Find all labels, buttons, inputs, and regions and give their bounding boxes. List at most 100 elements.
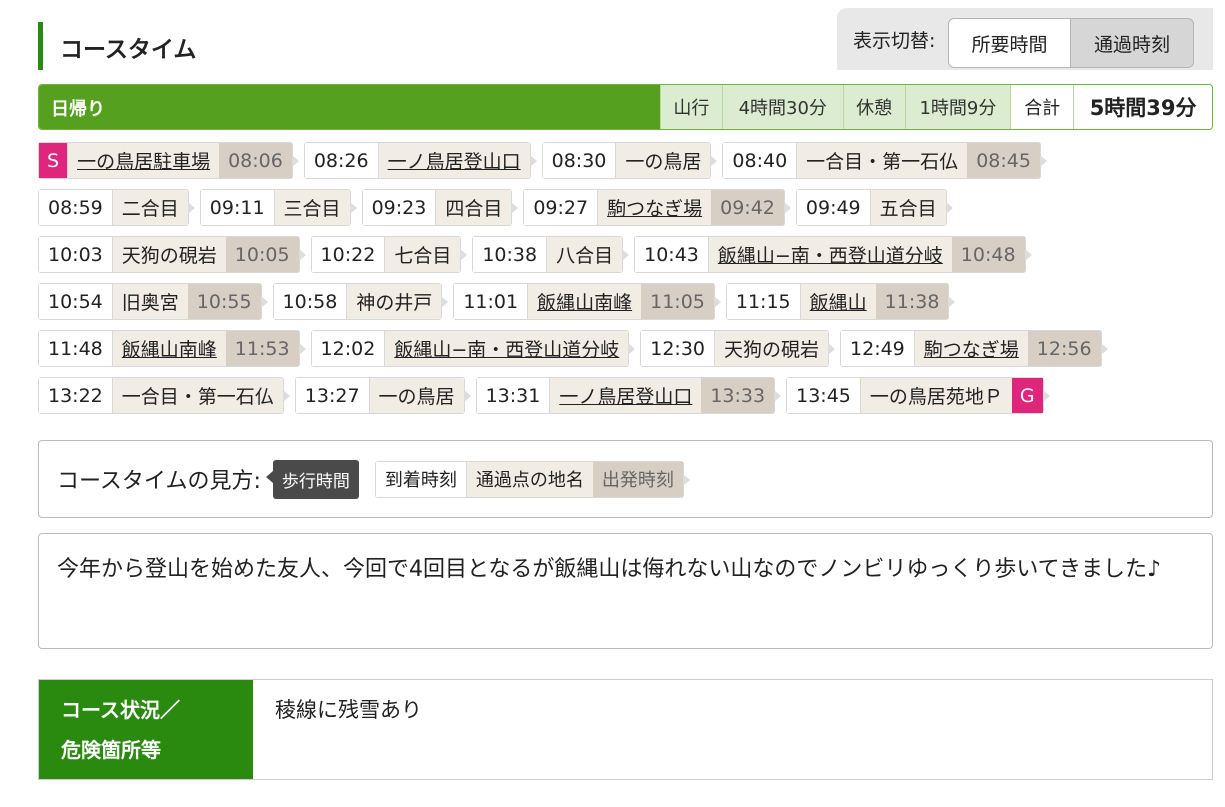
course-point: 09:11 三合目: [199, 189, 357, 226]
departure-time: 10:05: [225, 237, 299, 272]
place-name: 一合目・第一石仏: [111, 378, 283, 413]
place-name: 天狗の硯岩: [714, 331, 829, 366]
course-point: 08:26 一ノ鳥居登山口: [303, 142, 537, 179]
departure-time: 09:42: [711, 190, 784, 225]
course-point: 10:38 八合目: [472, 236, 629, 273]
place-link[interactable]: 一ノ鳥居登山口: [377, 143, 530, 178]
course-point: 11:15 飯縄山 11:38: [725, 283, 955, 320]
departure-time: 10:48: [951, 237, 1025, 272]
course-row: 10:54 旧奥宮 10:55 10:58 神の井戸 11:01 飯縄山南峰 11:05 11:…: [38, 283, 1218, 330]
place-link[interactable]: 飯縄山南峰: [527, 284, 642, 319]
arrival-time: 08:59: [39, 190, 112, 225]
place-name: 四合目: [435, 190, 512, 225]
goal-marker: G: [1011, 378, 1043, 413]
place-name: 八合目: [546, 237, 623, 272]
course-point: 13:31 一ノ鳥居登山口 13:33: [475, 377, 781, 414]
place-name: 一の鳥居: [615, 143, 711, 178]
arrival-time: 10:38: [473, 237, 547, 272]
course-point: 13:22 一合目・第一石仏: [38, 377, 290, 414]
course-row: 13:22 一合目・第一石仏 13:27 一の鳥居 13:31 一ノ鳥居登山口 13:33 1…: [38, 377, 1218, 424]
course-point: 12:49 駒つなぎ場 12:56: [840, 330, 1108, 367]
departure-time: 11:05: [641, 284, 714, 319]
course-point: 09:27 駒つなぎ場 09:42: [523, 189, 791, 226]
arrival-time: 09:49: [796, 190, 870, 225]
walk-time: 4時間30分: [721, 85, 843, 129]
arrival-time: 12:49: [841, 331, 914, 366]
departure-time: 12:56: [1027, 331, 1101, 366]
course-point: 13:27 一の鳥居: [294, 377, 471, 414]
display-toggle: 表示切替: 所要時間 通過時刻: [837, 8, 1213, 70]
arrival-time: 12:30: [641, 331, 714, 366]
arrival-time: 10:22: [311, 237, 385, 272]
course-point: 12:02 飯縄山−南・西登山道分岐: [310, 330, 635, 367]
arrival-time: 13:22: [39, 378, 112, 413]
total-time: 5時間39分: [1073, 85, 1212, 129]
course-point: S 一の鳥居駐車場 08:06: [38, 142, 299, 179]
course-point: 10:43 飯縄山−南・西登山道分岐 10:48: [634, 236, 1033, 273]
place-name: 五合目: [869, 190, 946, 225]
course-point: 12:30 天狗の硯岩: [640, 330, 835, 367]
course-status-heading-line2: 危険箇所等: [61, 738, 161, 762]
toggle-required-time-button[interactable]: 所要時間: [948, 18, 1071, 68]
arrival-time: 10:43: [635, 237, 708, 272]
place-name: 神の井戸: [346, 284, 442, 319]
legend-arrival: 到着時刻: [375, 461, 466, 497]
course-row: 10:03 天狗の硯岩 10:05 10:22 七合目 10:38 八合目 10:43 飯縄山−…: [38, 236, 1218, 283]
legend: コースタイムの見方: 歩行時間 到着時刻 通過点の地名 出発時刻: [38, 440, 1213, 518]
arrival-time: 08:30: [542, 143, 616, 178]
arrival-time: 09:27: [524, 190, 598, 225]
place-link[interactable]: 飯縄山南峰: [111, 331, 226, 366]
departure-time: 08:45: [967, 143, 1040, 178]
departure-time: 13:33: [701, 378, 775, 413]
legend-departure: 出発時刻: [592, 461, 683, 497]
rest-label: 休憩: [842, 85, 905, 129]
departure-time: 11:38: [875, 284, 949, 319]
course-time-header: コースタイム 表示切替: 所要時間 通過時刻: [38, 8, 1213, 70]
course-point: 10:03 天狗の硯岩 10:05: [38, 236, 306, 273]
place-link[interactable]: 飯縄山−南・西登山道分岐: [707, 237, 952, 272]
time-summary: 日帰り 山行 4時間30分 休憩 1時間9分 合計 5時間39分: [38, 84, 1213, 130]
course-point: 10:54 旧奥宮 10:55: [38, 283, 268, 320]
course-status-text: 稜線に残雪あり: [275, 698, 422, 722]
departure-time: 10:55: [187, 284, 261, 319]
arrival-time: 11:01: [454, 284, 528, 319]
course-points: S 一の鳥居駐車場 08:06 08:26 一ノ鳥居登山口 08:30 一の鳥居 08:40 一…: [38, 142, 1218, 424]
arrival-time: 08:26: [304, 143, 378, 178]
arrival-time: 11:15: [726, 284, 800, 319]
place-link[interactable]: 一の鳥居駐車場: [67, 143, 220, 178]
place-name: 天狗の硯岩: [111, 237, 226, 272]
legend-walk-time: 歩行時間: [265, 459, 359, 499]
arrival-time: 09:23: [362, 190, 436, 225]
place-link[interactable]: 飯縄山−南・西登山道分岐: [384, 331, 629, 366]
course-row: 08:59 二合目 09:11 三合目 09:23 四合目 09:27 駒つなぎ場 09:42 0…: [38, 189, 1218, 236]
start-marker: S: [39, 143, 68, 178]
trip-type: 日帰り: [39, 85, 660, 129]
place-name: 一合目・第一石仏: [796, 143, 968, 178]
course-status-heading: コース状況／ 危険箇所等: [39, 680, 253, 779]
arrival-time: 13:27: [295, 378, 369, 413]
arrival-time: 08:40: [723, 143, 797, 178]
arrival-time: 10:58: [273, 284, 347, 319]
course-status: コース状況／ 危険箇所等 稜線に残雪あり: [38, 679, 1213, 780]
course-point: 08:40 一合目・第一石仏 08:45: [722, 142, 1047, 179]
course-point: 13:45 一の鳥居苑地Ｐ G: [786, 377, 1050, 414]
legend-point: 到着時刻 通過点の地名 出発時刻: [374, 460, 690, 498]
title-accent-bar: [38, 22, 43, 70]
total-label: 合計: [1010, 85, 1074, 129]
place-link[interactable]: 飯縄山: [799, 284, 876, 319]
course-point: 10:22 七合目: [310, 236, 468, 273]
course-point: 08:59 二合目: [38, 189, 195, 226]
section-title: コースタイム: [60, 37, 197, 63]
legend-place-name: 通過点の地名: [465, 461, 593, 497]
arrival-time: 12:02: [311, 331, 385, 366]
toggle-passing-time-button[interactable]: 通過時刻: [1070, 18, 1194, 68]
arrival-time: 11:48: [39, 331, 112, 366]
arrival-time: 10:54: [39, 284, 112, 319]
course-point: 09:49 五合目: [795, 189, 953, 226]
place-link[interactable]: 駒つなぎ場: [597, 190, 712, 225]
place-link[interactable]: 駒つなぎ場: [913, 331, 1028, 366]
place-name: 一の鳥居苑地Ｐ: [859, 378, 1012, 413]
comment: 今年から登山を始めた友人、今回で4回目となるが飯縄山は侮れない山なのでノンビリゆ…: [38, 533, 1213, 649]
course-point: 10:58 神の井戸: [272, 283, 449, 320]
place-link[interactable]: 一ノ鳥居登山口: [549, 378, 702, 413]
